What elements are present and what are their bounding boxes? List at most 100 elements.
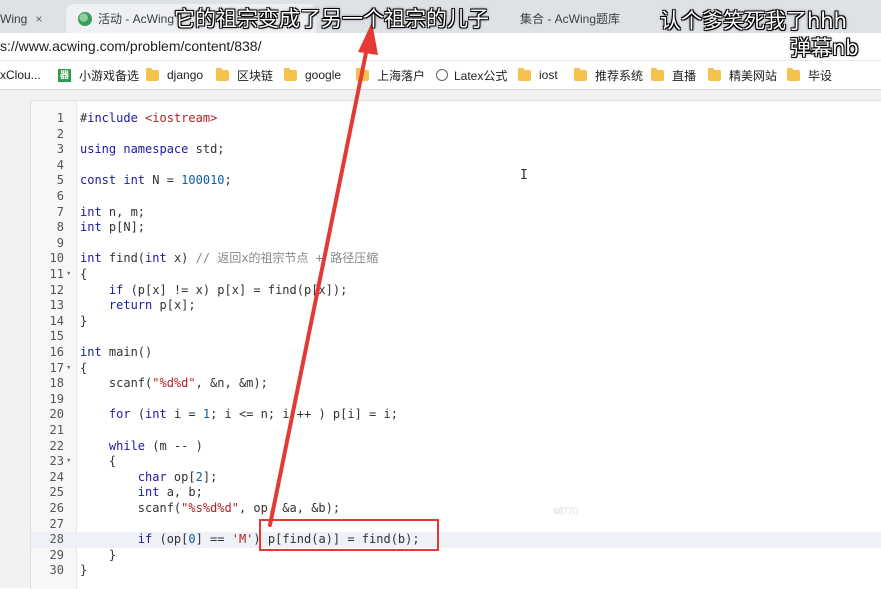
- code-text: if (p[x] != x) p[x] = find(p[x]);: [108, 282, 348, 297]
- code-line[interactable]: 22 while (m -- ): [31, 439, 881, 455]
- code-line[interactable]: 15: [31, 329, 881, 345]
- bookmark-iost[interactable]: iost: [518, 61, 558, 89]
- bookmark-shanghai[interactable]: 上海落户: [356, 61, 425, 89]
- code-text: int find(int x) // 返回x的祖宗节点 + 路径压缩: [80, 251, 379, 266]
- line-number: 19: [49, 391, 64, 406]
- bookmark-google[interactable]: google: [284, 61, 341, 89]
- bookmark-live[interactable]: 直播: [651, 61, 696, 89]
- line-number: 24: [49, 469, 64, 484]
- code-line[interactable]: 2: [31, 127, 881, 143]
- code-text: #include <iostream>: [80, 111, 218, 125]
- danmaku-comment: 它的祖宗变成了另一个祖宗的儿子: [174, 7, 489, 31]
- bookmark-latex[interactable]: Latex公式: [436, 61, 507, 89]
- folder-icon: [518, 67, 531, 81]
- code-line[interactable]: 30}: [31, 563, 881, 579]
- code-line[interactable]: 9: [31, 236, 881, 252]
- code-text: using namespace std;: [80, 142, 225, 157]
- bookmark-label: 小游戏备选: [79, 68, 140, 83]
- bookmark-label: django: [167, 68, 204, 82]
- line-number: 27: [49, 516, 64, 531]
- code-text: }: [80, 313, 88, 328]
- line-number: 1: [56, 111, 64, 125]
- line-number: 8: [56, 220, 64, 235]
- folder-icon: [787, 67, 800, 81]
- code-line[interactable]: 6: [31, 189, 881, 205]
- bookmark-label: Latex公式: [454, 68, 508, 83]
- line-number: 20: [49, 407, 64, 422]
- tab-label: 活动 - AcWing: [98, 12, 175, 26]
- code-text: }: [80, 563, 88, 578]
- bookmark-django[interactable]: django: [146, 61, 203, 89]
- code-text: for (int i = 1; i <= n; i ++ ) p[i] = i;: [108, 407, 398, 422]
- code-line[interactable]: 21: [31, 423, 881, 439]
- bookmark-thesis[interactable]: 毕设: [787, 61, 832, 89]
- fold-arrow-icon[interactable]: ▾: [66, 454, 74, 470]
- close-icon[interactable]: ×: [35, 12, 42, 26]
- folder-icon: [651, 67, 664, 81]
- code-line[interactable]: 28 if (op[0] == 'M') p[find(a)] = find(b…: [31, 532, 881, 548]
- code-text: int n, m;: [80, 204, 146, 219]
- folder-icon: [708, 67, 721, 81]
- code-line[interactable]: 4: [31, 158, 881, 174]
- code-line[interactable]: 14}: [31, 314, 881, 330]
- tab-acwing-problems[interactable]: 集合 - AcWing题库: [520, 4, 660, 33]
- code-line[interactable]: 5 const int N = 100010;: [31, 173, 881, 189]
- tab-wing[interactable]: Wing ×: [0, 4, 66, 33]
- bookmark-label: xClou...: [0, 68, 41, 82]
- code-text: while (m -- ): [108, 438, 203, 453]
- watermark-text: 68770: [553, 506, 579, 516]
- code-text: const int N = 100010;: [80, 173, 232, 188]
- code-line[interactable]: 26 scanf("%s%d%d", op, &a, &b);: [31, 501, 881, 517]
- code-editor[interactable]: 1 #include <iostream> 2 3 using namespace st…: [30, 100, 881, 589]
- line-number: 16: [49, 345, 64, 359]
- bookmark-label: 精美网站: [729, 68, 778, 83]
- line-number: 15: [49, 329, 64, 344]
- bookmark-xcloud[interactable]: xClou...: [0, 61, 41, 89]
- bookmark-recsys[interactable]: 推荐系统: [574, 61, 643, 89]
- bookmark-blockchain[interactable]: 区块链: [216, 61, 273, 89]
- code-line[interactable]: 17 ▾ {: [31, 361, 881, 377]
- highlight-box: [259, 519, 439, 551]
- code-line[interactable]: 3 using namespace std;: [31, 142, 881, 158]
- folder-icon: [574, 67, 587, 81]
- bookmarks-bar: xClou... 器 小游戏备选 django 区块链 google 上海落户 …: [0, 61, 881, 90]
- code-line[interactable]: 7 int n, m;: [31, 205, 881, 221]
- line-number: 6: [56, 189, 64, 203]
- bookmark-label: google: [305, 68, 342, 82]
- code-line[interactable]: 1 #include <iostream>: [31, 111, 881, 127]
- code-line[interactable]: 27: [31, 517, 881, 533]
- code-line[interactable]: 24 char op[2];: [31, 470, 881, 486]
- danmaku-comment: 弹幕nb: [790, 36, 859, 60]
- line-number: 30: [49, 563, 64, 578]
- line-number: 17: [49, 360, 64, 375]
- tab-label: 集合 - AcWing题库: [520, 12, 621, 26]
- code-line[interactable]: 18 scanf("%d%d", &n, &m);: [31, 376, 881, 392]
- fold-arrow-icon[interactable]: ▾: [66, 361, 74, 377]
- code-line[interactable]: 20 for (int i = 1; i <= n; i ++ ) p[i] =…: [31, 407, 881, 423]
- bookmark-label: 推荐系统: [595, 68, 644, 83]
- line-number: 9: [56, 235, 64, 250]
- line-number: 12: [49, 282, 64, 297]
- code-line[interactable]: 11 ▾ {: [31, 267, 881, 283]
- code-text: char op[2];: [137, 469, 218, 484]
- line-number: 4: [56, 157, 64, 172]
- bookmark-games[interactable]: 器 小游戏备选: [58, 61, 139, 89]
- code-line[interactable]: 19: [31, 392, 881, 408]
- code-text: int p[N];: [80, 220, 146, 235]
- bookmark-sites[interactable]: 精美网站: [708, 61, 777, 89]
- code-line[interactable]: 25 int a, b;: [31, 485, 881, 501]
- code-line[interactable]: 16 int main(): [31, 345, 881, 361]
- fold-arrow-icon[interactable]: ▾: [66, 267, 74, 283]
- code-line[interactable]: 12 if (p[x] != x) p[x] = find(p[x]);: [31, 283, 881, 299]
- line-number: 13: [49, 298, 64, 313]
- code-text: return p[x];: [108, 298, 196, 313]
- address-bar[interactable]: s://www.acwing.com/problem/content/838/: [0, 33, 881, 61]
- folder-icon: [284, 67, 297, 81]
- code-line[interactable]: 10 int find(int x) // 返回x的祖宗节点 + 路径压缩: [31, 251, 881, 267]
- url-text[interactable]: s://www.acwing.com/problem/content/838/: [0, 33, 261, 60]
- code-line[interactable]: 23 ▾ {: [31, 454, 881, 470]
- code-line[interactable]: 29 }: [31, 548, 881, 564]
- code-text: scanf("%s%d%d", op, &a, &b);: [80, 501, 341, 515]
- code-line[interactable]: 8 int p[N];: [31, 220, 881, 236]
- code-line[interactable]: 13 return p[x];: [31, 298, 881, 314]
